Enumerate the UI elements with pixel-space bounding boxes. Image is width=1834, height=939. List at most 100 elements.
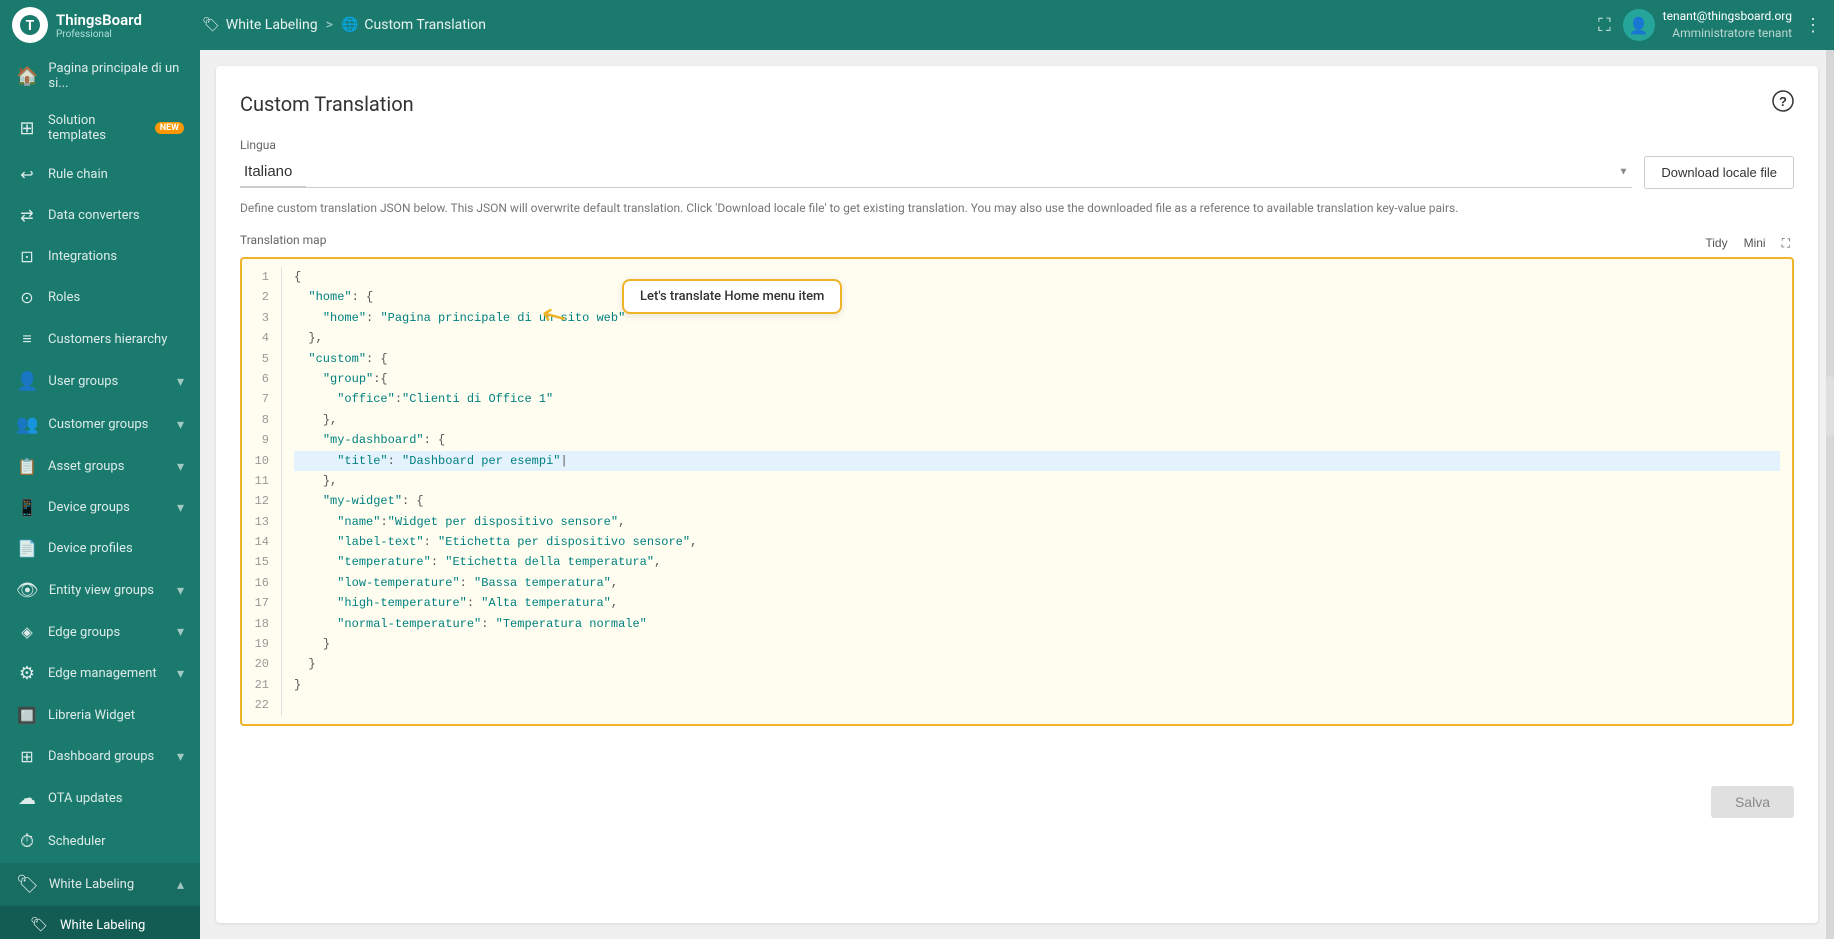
sidebar-item-dashboard-groups[interactable]: ⊞ Dashboard groups ▾: [0, 736, 200, 777]
chevron-down-icon: ▾: [177, 459, 184, 475]
editor-toolbar-right: Tidy Mini ⛶: [1701, 234, 1794, 253]
svg-text:T: T: [26, 18, 35, 34]
chevron-down-icon: ▾: [177, 749, 184, 765]
white-labeling-submenu: 🏷 White Labeling 🔑 Login White Labeling: [0, 906, 200, 939]
white-labeling-icon: 🏷: [16, 874, 39, 895]
lingua-select[interactable]: Italiano English Deutsch Français Españo…: [240, 157, 306, 187]
sidebar-item-entity-view-groups[interactable]: 👁 Entity view groups ▾: [0, 569, 200, 612]
help-button[interactable]: ?: [1772, 90, 1794, 118]
sidebar-item-libreria-widget[interactable]: 🔲 Libreria Widget: [0, 695, 200, 736]
chevron-down-icon: ▾: [177, 666, 184, 682]
sidebar-item-label: Device groups: [48, 500, 167, 515]
sidebar-item-edge-management[interactable]: ⚙ Edge management ▾: [0, 652, 200, 695]
white-labeling-sub-icon: 🏷: [28, 917, 50, 933]
logo-text: ThingsBoard: [56, 11, 142, 29]
sidebar-item-label: Scheduler: [48, 834, 184, 849]
sidebar-item-label: Customers hierarchy: [48, 332, 184, 347]
sidebar-item-label: Roles: [48, 290, 184, 305]
scheduler-icon: ⏱: [16, 831, 38, 852]
sidebar-item-home[interactable]: 🏠 Pagina principale di un si...: [0, 50, 200, 102]
new-badge: NEW: [155, 122, 184, 134]
sidebar-item-user-groups[interactable]: 👤 User groups ▾: [0, 360, 200, 403]
sidebar-item-label: Edge management: [48, 666, 167, 681]
sidebar-item-label: Pagina principale di un si...: [48, 61, 184, 91]
mini-button[interactable]: Mini: [1740, 234, 1770, 253]
chevron-up-icon: ▴: [177, 877, 184, 893]
breadcrumb-item-white-labeling[interactable]: 🏷 White Labeling: [202, 17, 318, 33]
sidebar-item-label: Integrations: [48, 249, 184, 264]
menu-dots-icon[interactable]: ⋮: [1804, 15, 1822, 36]
sidebar-item-label: White Labeling: [49, 877, 167, 892]
sidebar-item-label: Libreria Widget: [48, 708, 184, 723]
sidebar-item-label: OTA updates: [48, 791, 184, 806]
logo-sub: Professional: [56, 29, 142, 40]
sidebar-item-roles[interactable]: ⊙ Roles: [0, 277, 200, 318]
hierarchy-icon: ≡: [16, 329, 38, 349]
lingua-label: Lingua: [240, 138, 1794, 152]
sidebar-item-ota-updates[interactable]: ☁ OTA updates: [0, 777, 200, 820]
asset-groups-icon: 📋: [16, 457, 38, 476]
sidebar: 🏠 Pagina principale di un si... ⊞ Soluti…: [0, 50, 200, 939]
sidebar-item-integrations[interactable]: ⊡ Integrations: [0, 236, 200, 277]
device-groups-icon: 📱: [16, 498, 38, 517]
sidebar-item-scheduler[interactable]: ⏱ Scheduler: [0, 820, 200, 863]
line-numbers: 12345 678910 1112131415 1617181920 2122: [242, 267, 282, 716]
chevron-down-icon: ▾: [177, 417, 184, 433]
globe-icon: 🌐: [341, 17, 358, 33]
ota-icon: ☁: [16, 788, 38, 809]
annotation: Let's translate Home menu item ↙: [622, 279, 842, 314]
integrations-icon: ⊡: [16, 247, 38, 266]
sidebar-item-data-converters[interactable]: ⇄ Data converters: [0, 195, 200, 236]
editor-extra-space: [240, 738, 1794, 778]
rule-chain-icon: ↩: [16, 165, 38, 184]
sidebar-item-rule-chain[interactable]: ↩ Rule chain: [0, 154, 200, 195]
sidebar-item-white-labeling[interactable]: 🏷 White Labeling ▴: [0, 863, 200, 906]
sidebar-item-solution-templates[interactable]: ⊞ Solution templates NEW: [0, 102, 200, 154]
edge-management-icon: ⚙: [16, 663, 38, 684]
sidebar-item-customer-groups[interactable]: 👥 Customer groups ▾: [0, 403, 200, 446]
sidebar-item-label: Customer groups: [48, 417, 167, 432]
topbar-right: ⛶ 👤 tenant@thingsboard.org Amministrator…: [1598, 8, 1822, 42]
sidebar-item-customers-hierarchy[interactable]: ≡ Customers hierarchy: [0, 318, 200, 360]
topbar: T ThingsBoard Professional 🏷 White Label…: [0, 0, 1834, 50]
info-text: Define custom translation JSON below. Th…: [240, 199, 1794, 217]
main-content: Custom Translation ? Lingua Italiano Eng…: [200, 50, 1834, 939]
sidebar-item-edge-groups[interactable]: ◈ Edge groups ▾: [0, 612, 200, 652]
edge-groups-icon: ◈: [16, 623, 38, 641]
save-button[interactable]: Salva: [1711, 786, 1794, 818]
home-icon: 🏠: [16, 66, 38, 87]
save-row: Salva: [240, 786, 1794, 818]
code-textarea[interactable]: { "home": { "home": "Pagina principale d…: [282, 267, 1792, 716]
sidebar-item-device-profiles[interactable]: 📄 Device profiles: [0, 528, 200, 569]
user-info[interactable]: 👤 tenant@thingsboard.org Amministratore …: [1623, 8, 1792, 42]
download-locale-button[interactable]: Download locale file: [1644, 156, 1794, 189]
roles-icon: ⊙: [16, 288, 38, 307]
breadcrumb-white-labeling-label: White Labeling: [226, 17, 318, 33]
sidebar-item-label: Device profiles: [48, 541, 184, 556]
sidebar-item-label: White Labeling: [60, 918, 184, 933]
chevron-down-icon: ▾: [177, 500, 184, 516]
fullscreen-button[interactable]: ⛶: [1778, 234, 1794, 253]
sidebar-item-label: Dashboard groups: [48, 749, 167, 764]
svg-text:?: ?: [1779, 94, 1787, 109]
expand-icon[interactable]: ⛶: [1598, 15, 1611, 36]
sidebar-item-white-labeling-sub[interactable]: 🏷 White Labeling: [0, 906, 200, 939]
chevron-down-icon: ▾: [177, 374, 184, 390]
layout: 🏠 Pagina principale di un si... ⊞ Soluti…: [0, 50, 1834, 939]
logo-icon: T: [12, 7, 48, 43]
content-card: Custom Translation ? Lingua Italiano Eng…: [216, 66, 1818, 923]
editor-inner[interactable]: 12345 678910 1112131415 1617181920 2122 …: [242, 259, 1792, 724]
tidy-button[interactable]: Tidy: [1701, 234, 1731, 253]
avatar: 👤: [1623, 9, 1655, 41]
chevron-down-icon: ▾: [177, 583, 184, 599]
lingua-select-wrap: Italiano English Deutsch Français Españo…: [240, 157, 1632, 188]
breadcrumb-item-custom-translation[interactable]: 🌐 Custom Translation: [341, 17, 486, 33]
sidebar-item-device-groups[interactable]: 📱 Device groups ▾: [0, 487, 200, 528]
title-row: Custom Translation ?: [240, 90, 1794, 118]
logo: T ThingsBoard Professional: [12, 7, 202, 43]
sidebar-item-label: User groups: [48, 374, 167, 389]
editor-toolbar: Translation map Tidy Mini ⛶: [240, 233, 1794, 253]
widget-icon: 🔲: [16, 706, 38, 725]
sidebar-item-label: Rule chain: [48, 167, 184, 182]
sidebar-item-asset-groups[interactable]: 📋 Asset groups ▾: [0, 446, 200, 487]
